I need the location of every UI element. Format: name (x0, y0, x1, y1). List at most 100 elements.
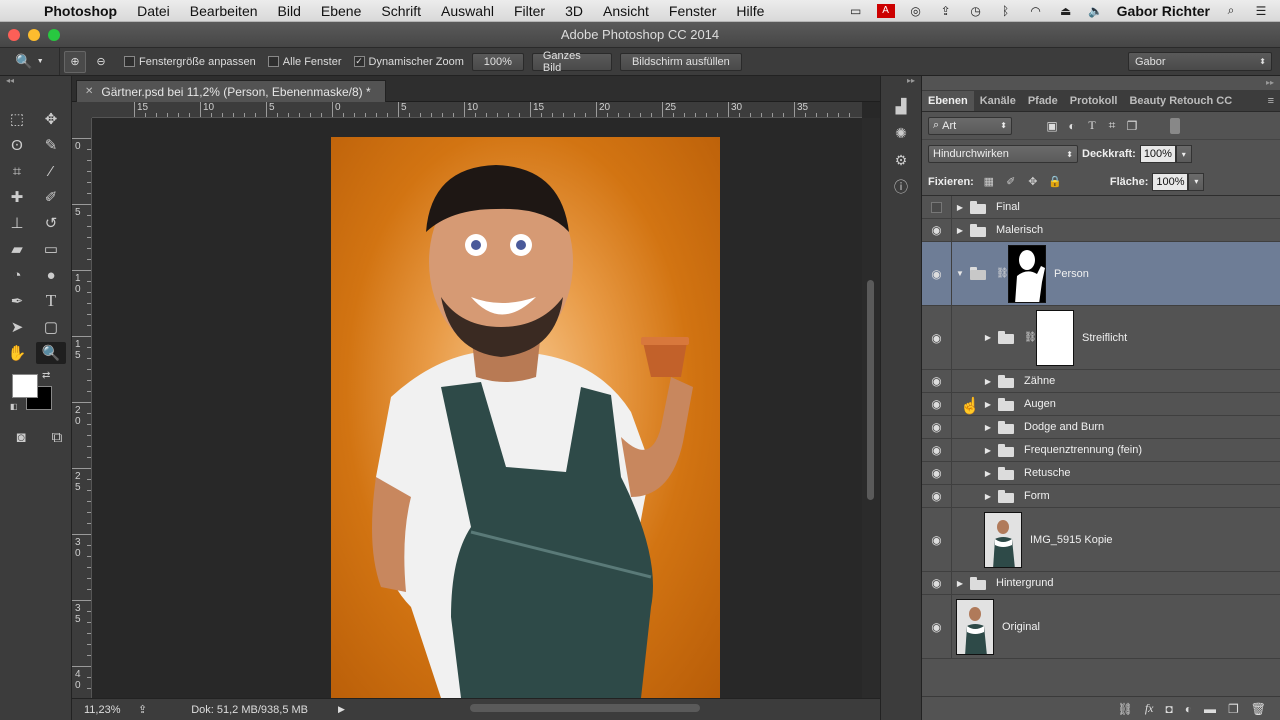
layer-row[interactable]: ◉ ▶ Hintergrund (922, 572, 1280, 595)
add-mask-icon[interactable]: ◘ (1166, 702, 1173, 716)
layer-row[interactable]: ◉ IMG_5915 Kopie (922, 508, 1280, 572)
collapse-arrow-icon[interactable]: ▼ (954, 269, 966, 278)
resize-windows-checkbox[interactable] (124, 56, 135, 67)
all-windows-checkbox[interactable] (267, 56, 279, 67)
layer-row[interactable]: ◉ ▶ Retusche (922, 462, 1280, 485)
histogram-icon[interactable]: ▟ (889, 95, 913, 117)
eject-icon[interactable]: ⏏ (1057, 4, 1075, 18)
pen-tool-icon[interactable]: ✒ (2, 290, 32, 312)
user-name[interactable]: Gabor Richter (1117, 3, 1210, 19)
lock-all-icon[interactable]: 🔒 (1044, 175, 1066, 188)
tool-preset-picker[interactable]: 🔍 ▼ (0, 48, 60, 75)
adjustment-layer-icon[interactable]: ◐ (1185, 702, 1192, 716)
menu-datei[interactable]: Datei (127, 3, 180, 19)
expand-arrow-icon[interactable]: ▶ (982, 400, 994, 409)
layer-row[interactable]: ◉ Original (922, 595, 1280, 659)
lasso-tool-icon[interactable]: ʘ (2, 134, 32, 156)
eye-icon[interactable]: ◉ (922, 416, 952, 438)
eye-icon[interactable]: ◉ (922, 485, 952, 507)
upload-icon[interactable]: ⇪ (937, 4, 955, 18)
layer-mask-thumbnail[interactable] (1008, 244, 1046, 303)
layer-row[interactable]: ◉ ▶ Dodge and Burn (922, 416, 1280, 439)
eye-icon[interactable]: ◉ (922, 306, 952, 369)
link-layers-icon[interactable]: ⛓ (1118, 702, 1133, 716)
swap-colors-icon[interactable]: ⇄ (42, 370, 50, 381)
menu-ansicht[interactable]: Ansicht (593, 3, 659, 19)
eye-icon[interactable]: ◉ (922, 595, 952, 658)
zoom-out-button[interactable]: ⊖ (90, 51, 112, 73)
layer-thumbnail[interactable] (984, 511, 1022, 568)
panel-collapse-icon[interactable]: ▸▸ (1266, 78, 1274, 87)
quick-mask-icon[interactable]: ◙ (10, 426, 32, 448)
fill-screen-button[interactable]: Bildschirm ausfüllen (619, 52, 742, 71)
menu-auswahl[interactable]: Auswahl (431, 3, 504, 19)
move-tool-icon[interactable]: ✥ (36, 108, 66, 130)
new-layer-icon[interactable]: ❐ (1228, 702, 1239, 716)
layer-row[interactable]: ◉ ▶ ⛓ Streiflicht (922, 306, 1280, 370)
new-group-icon[interactable]: ▬ (1204, 702, 1216, 716)
window-minimize-button[interactable] (28, 29, 40, 41)
bluetooth-icon[interactable]: ᛒ (997, 4, 1015, 18)
info-icon[interactable]: ⓘ (889, 176, 913, 198)
foreground-color-swatch[interactable] (12, 374, 38, 398)
filter-kind-select[interactable]: ⌕ Art ⬍ (928, 116, 1012, 135)
tab-beauty-retouch[interactable]: Beauty Retouch CC (1123, 91, 1238, 111)
menu-hilfe[interactable]: Hilfe (726, 3, 774, 19)
toolbox-collapse-icon[interactable]: ◂◂ (0, 76, 71, 90)
history-brush-tool-icon[interactable]: ↺ (36, 212, 66, 234)
expand-arrow-icon[interactable]: ▶ (954, 579, 966, 588)
fill-field[interactable]: 100% (1152, 172, 1189, 191)
eye-icon[interactable]: ◉ (922, 508, 952, 571)
vertical-scrollbar[interactable] (862, 118, 880, 698)
tab-ebenen[interactable]: Ebenen (922, 91, 974, 111)
expand-arrow-icon[interactable]: ▶ (982, 333, 994, 342)
strip-collapse-icon[interactable]: ▸▸ (881, 76, 921, 90)
tab-pfade[interactable]: Pfade (1022, 91, 1064, 111)
time-machine-icon[interactable]: ◷ (967, 4, 985, 18)
zoom-100-button[interactable]: 100% (471, 52, 524, 71)
wifi-icon[interactable]: ◠ (1027, 4, 1045, 18)
ruler-origin[interactable] (72, 102, 92, 118)
eye-icon[interactable]: ◉ (922, 462, 952, 484)
canvas-area[interactable] (92, 118, 862, 698)
layer-row[interactable]: ◉ ▶ Malerisch (922, 219, 1280, 242)
window-close-button[interactable] (8, 29, 20, 41)
adjustments-icon[interactable]: ⚙ (889, 149, 913, 171)
tab-protokoll[interactable]: Protokoll (1064, 91, 1124, 111)
blur-tool-icon[interactable]: ◔ (2, 264, 32, 286)
menu-bearbeiten[interactable]: Bearbeiten (180, 3, 268, 19)
horizontal-scroll-thumb[interactable] (470, 704, 700, 712)
menu-ebene[interactable]: Ebene (311, 3, 371, 19)
link-icon[interactable]: ⛓ (1024, 332, 1037, 343)
expand-arrow-icon[interactable]: ▶ (982, 492, 994, 501)
zoom-in-button[interactable]: ⊕ (64, 50, 86, 73)
link-icon[interactable]: ⛓ (996, 268, 1009, 279)
expand-arrow-icon[interactable]: ▶ (982, 423, 994, 432)
shape-tool-icon[interactable]: ▢ (36, 316, 66, 338)
filter-toggle-icon[interactable] (1170, 117, 1180, 134)
filter-pixel-icon[interactable]: ▣ (1042, 119, 1062, 133)
lock-image-icon[interactable]: ✐ (1000, 175, 1022, 188)
zoom-level-field[interactable]: 11,23% (72, 704, 132, 716)
menu-fenster[interactable]: Fenster (659, 3, 726, 19)
vertical-ruler[interactable]: 0 5 1 0 1 5 2 0 2 5 3 0 3 5 4 0 (72, 118, 92, 698)
default-colors-icon[interactable]: ◧ (10, 402, 18, 411)
screen-mode-icon[interactable]: ⧉ (46, 426, 68, 448)
opacity-dropdown[interactable]: ▾ (1175, 145, 1192, 163)
panel-menu-icon[interactable]: ≡ (1268, 91, 1280, 111)
expand-arrow-icon[interactable]: ▶ (982, 377, 994, 386)
hand-tool-icon[interactable]: ✋ (2, 342, 32, 364)
expand-arrow-icon[interactable]: ▶ (982, 446, 994, 455)
share-icon[interactable]: ⇪ (138, 703, 147, 716)
fill-dropdown[interactable]: ▾ (1188, 172, 1205, 191)
creative-cloud-icon[interactable]: ◎ (907, 4, 925, 18)
dodge-tool-icon[interactable]: ● (36, 264, 66, 286)
spotlight-search-icon[interactable]: ⌕ (1222, 3, 1240, 18)
eraser-tool-icon[interactable]: ▰ (2, 238, 32, 260)
visibility-toggle[interactable] (922, 196, 952, 218)
eyedropper-tool-icon[interactable]: ⁄ (36, 160, 66, 182)
layer-mask-thumbnail[interactable] (1036, 309, 1074, 366)
eye-icon[interactable]: ◉ (922, 370, 952, 392)
layer-row[interactable]: ◉ ▶ Frequenztrennung (fein) (922, 439, 1280, 462)
workspace-select[interactable]: Gabor ⬍ (1128, 52, 1272, 71)
